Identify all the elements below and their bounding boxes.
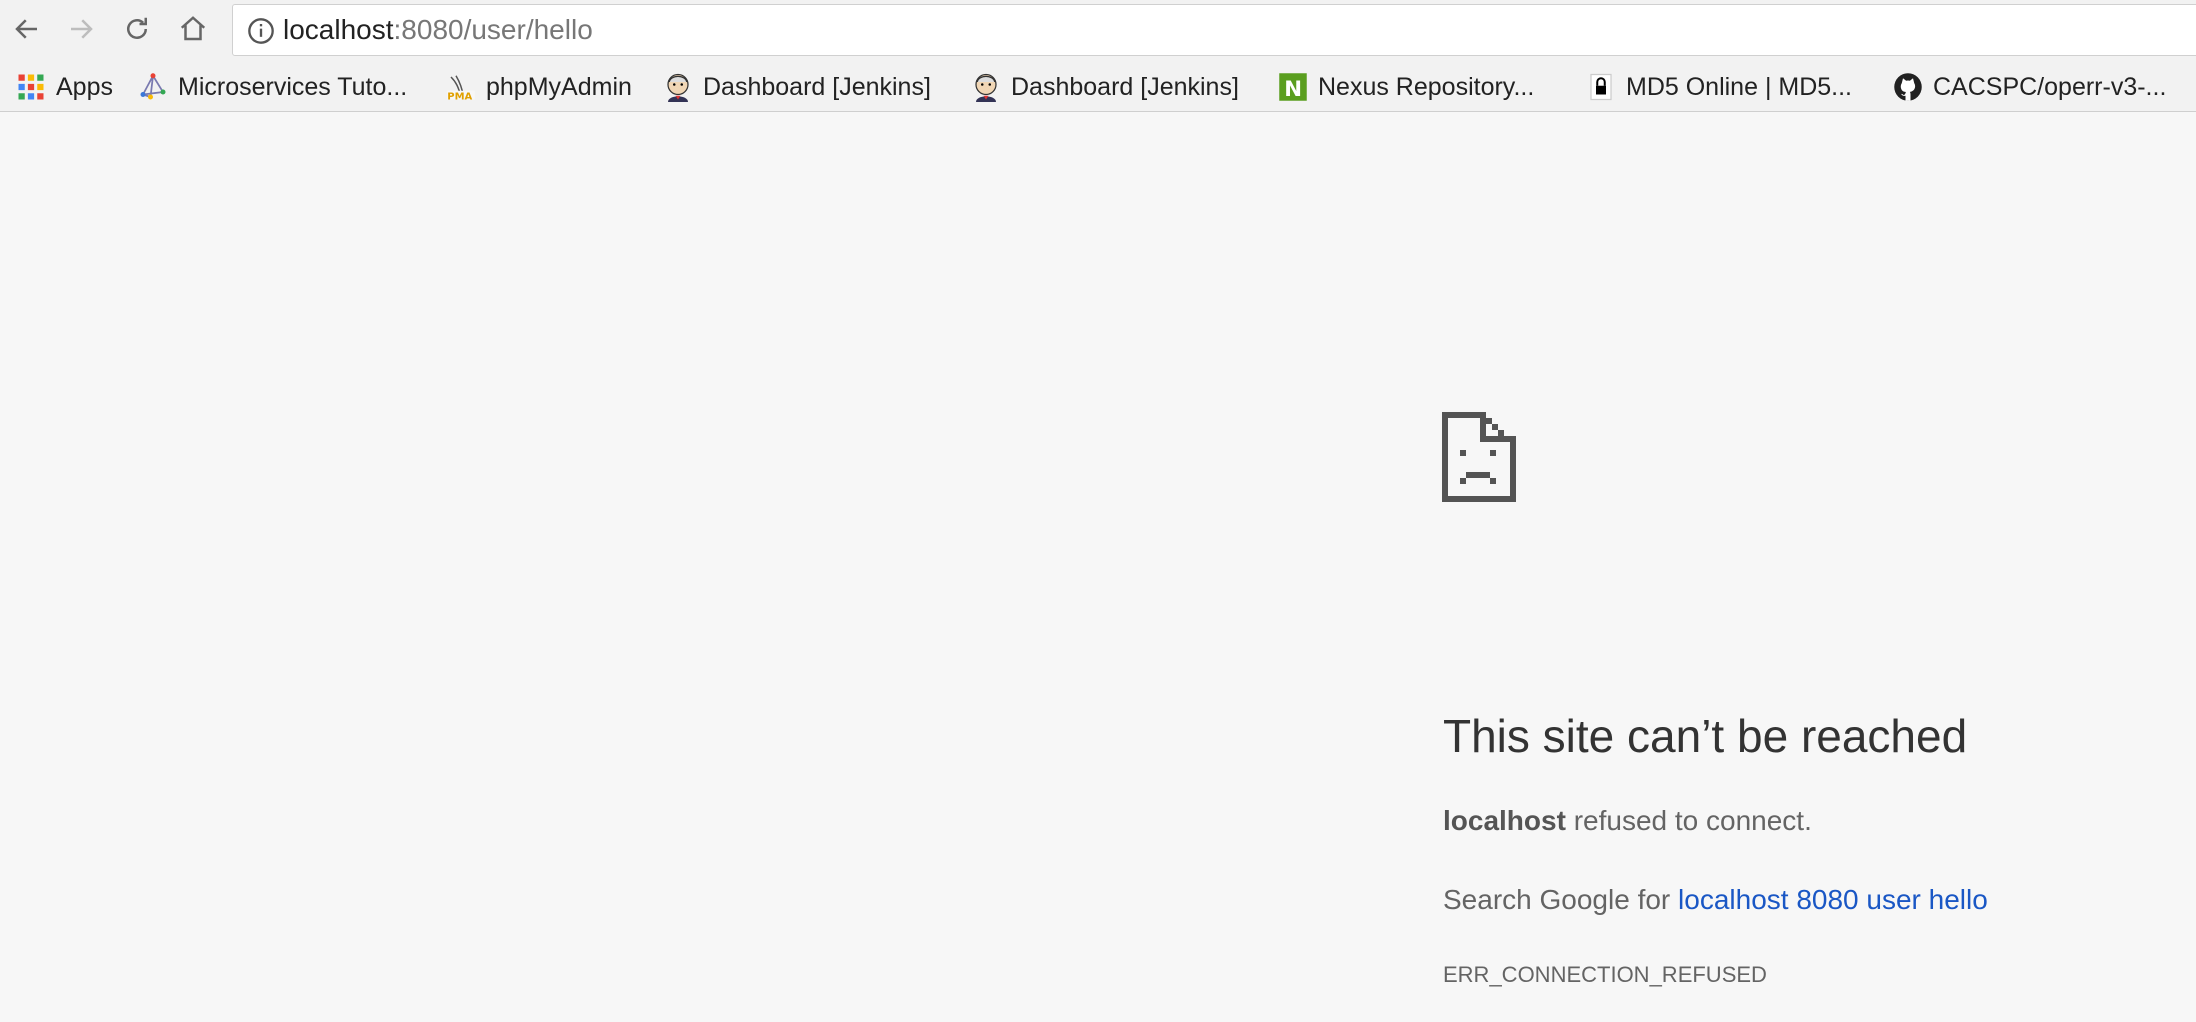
error-host: localhost bbox=[1443, 805, 1566, 836]
search-suggestion: Search Google for localhost 8080 user he… bbox=[1443, 882, 1988, 918]
reload-button[interactable] bbox=[117, 9, 157, 49]
bookmark-label: MD5 Online | MD5... bbox=[1626, 72, 1853, 101]
home-button[interactable] bbox=[173, 9, 213, 49]
bookmark-label: Microservices Tuto... bbox=[178, 72, 408, 101]
bookmark-label: Nexus Repository... bbox=[1318, 72, 1535, 101]
back-arrow-icon bbox=[15, 19, 37, 39]
svg-text:PMA: PMA bbox=[447, 92, 472, 103]
bookmark-jenkins-1[interactable]: Dashboard [Jenkins] bbox=[663, 62, 931, 112]
bookmark-github[interactable]: CACSPC/operr-v3-... bbox=[1893, 62, 2166, 112]
network-icon bbox=[138, 72, 168, 102]
error-detail-text: refused to connect. bbox=[1565, 805, 1812, 836]
url-path: :8080/user/hello bbox=[393, 14, 593, 45]
bookmark-md5[interactable]: MD5 Online | MD5... bbox=[1586, 62, 1852, 112]
bookmark-microservices[interactable]: Microservices Tuto... bbox=[138, 62, 407, 112]
phpmyadmin-icon: PMA bbox=[446, 72, 476, 103]
bookmark-label: CACSPC/operr-v3-... bbox=[1933, 72, 2167, 101]
browser-toolbar: localhost:8080/user/hello bbox=[0, 0, 2196, 62]
back-button[interactable] bbox=[7, 9, 47, 49]
forward-arrow-icon bbox=[71, 19, 93, 39]
github-icon bbox=[1893, 72, 1923, 102]
search-google-link[interactable]: localhost 8080 user hello bbox=[1678, 884, 1988, 915]
bookmark-label: Apps bbox=[56, 72, 113, 101]
search-prefix: Search Google for bbox=[1443, 884, 1679, 915]
bookmarks-bar: Apps Microservices Tuto... PMA phpMyAdmi… bbox=[0, 62, 2196, 112]
bookmark-apps[interactable]: Apps bbox=[16, 62, 113, 112]
error-title: This site can’t be reached bbox=[1443, 710, 1968, 762]
jenkins-icon bbox=[663, 72, 693, 102]
bookmark-label: phpMyAdmin bbox=[486, 72, 632, 101]
nexus-icon: N bbox=[1278, 72, 1308, 102]
home-icon bbox=[180, 16, 206, 41]
url-text[interactable]: localhost:8080/user/hello bbox=[283, 5, 593, 55]
svg-text:N: N bbox=[1284, 77, 1302, 102]
bookmark-phpmyadmin[interactable]: PMA phpMyAdmin bbox=[446, 62, 632, 112]
reload-icon bbox=[127, 17, 147, 39]
apps-grid-icon bbox=[16, 72, 46, 102]
bookmark-label: Dashboard [Jenkins] bbox=[1011, 72, 1239, 101]
bookmark-jenkins-2[interactable]: Dashboard [Jenkins] bbox=[971, 62, 1239, 112]
error-code: ERR_CONNECTION_REFUSED bbox=[1443, 962, 1767, 987]
bookmark-label: Dashboard [Jenkins] bbox=[703, 72, 931, 101]
bookmark-nexus[interactable]: N Nexus Repository... bbox=[1278, 62, 1534, 112]
address-bar[interactable]: localhost:8080/user/hello bbox=[232, 4, 2196, 56]
url-host: localhost bbox=[283, 14, 394, 45]
forward-button[interactable] bbox=[61, 9, 101, 49]
info-icon[interactable] bbox=[247, 17, 275, 45]
jenkins-icon bbox=[971, 72, 1001, 102]
error-detail: localhost refused to connect. bbox=[1443, 803, 1812, 839]
sad-page-icon bbox=[1442, 412, 1516, 502]
lock-icon bbox=[1586, 72, 1616, 102]
